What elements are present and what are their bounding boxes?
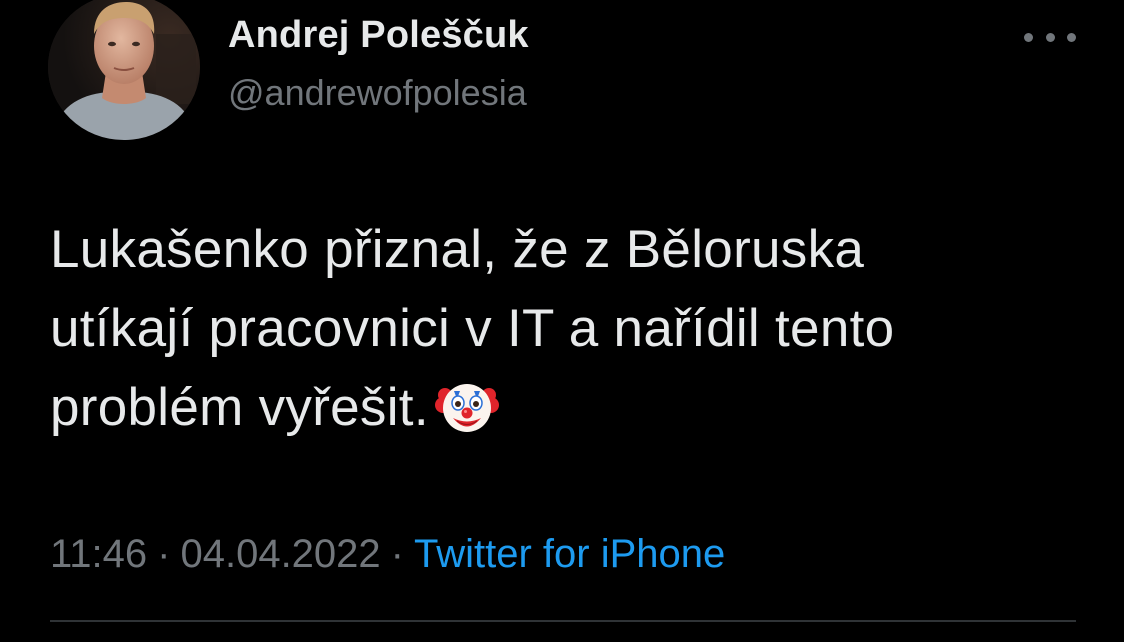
tweet-time[interactable]: 11:46 — [50, 532, 147, 576]
meta-separator: · — [157, 532, 171, 576]
tweet-text-line: problém vyřešit. — [50, 378, 429, 437]
tweet-source-link[interactable]: Twitter for iPhone — [414, 532, 725, 576]
avatar-photo — [48, 0, 200, 140]
more-icon-dot — [1045, 32, 1055, 42]
tweet-text-last-line: problém vyřešit. — [50, 368, 1090, 447]
tweet-text-line: utíkají pracovnici v IT a nařídil tento — [50, 299, 895, 358]
meta-separator: · — [390, 532, 404, 576]
avatar[interactable] — [48, 0, 200, 140]
more-options-button[interactable] — [1024, 22, 1076, 52]
more-icon-dot — [1067, 32, 1076, 42]
tweet-text-line: Lukašenko přiznal, že z Běloruska — [50, 220, 865, 279]
handle[interactable]: @andrewofpolesia — [228, 72, 527, 114]
tweet-meta: 11:46 · 04.04.2022 · Twitter for iPhone — [50, 532, 725, 577]
tweet-detail: Andrej Poleščuk @andrewofpolesia Lukašen… — [0, 0, 1124, 642]
divider — [50, 620, 1076, 622]
display-name[interactable]: Andrej Poleščuk — [228, 14, 529, 57]
clown-face-icon — [434, 384, 499, 432]
more-icon-dot — [1024, 32, 1033, 42]
tweet-date[interactable]: 04.04.2022 — [180, 532, 380, 576]
tweet-text: Lukašenko přiznal, že z Běloruska utíkaj… — [50, 210, 1090, 447]
